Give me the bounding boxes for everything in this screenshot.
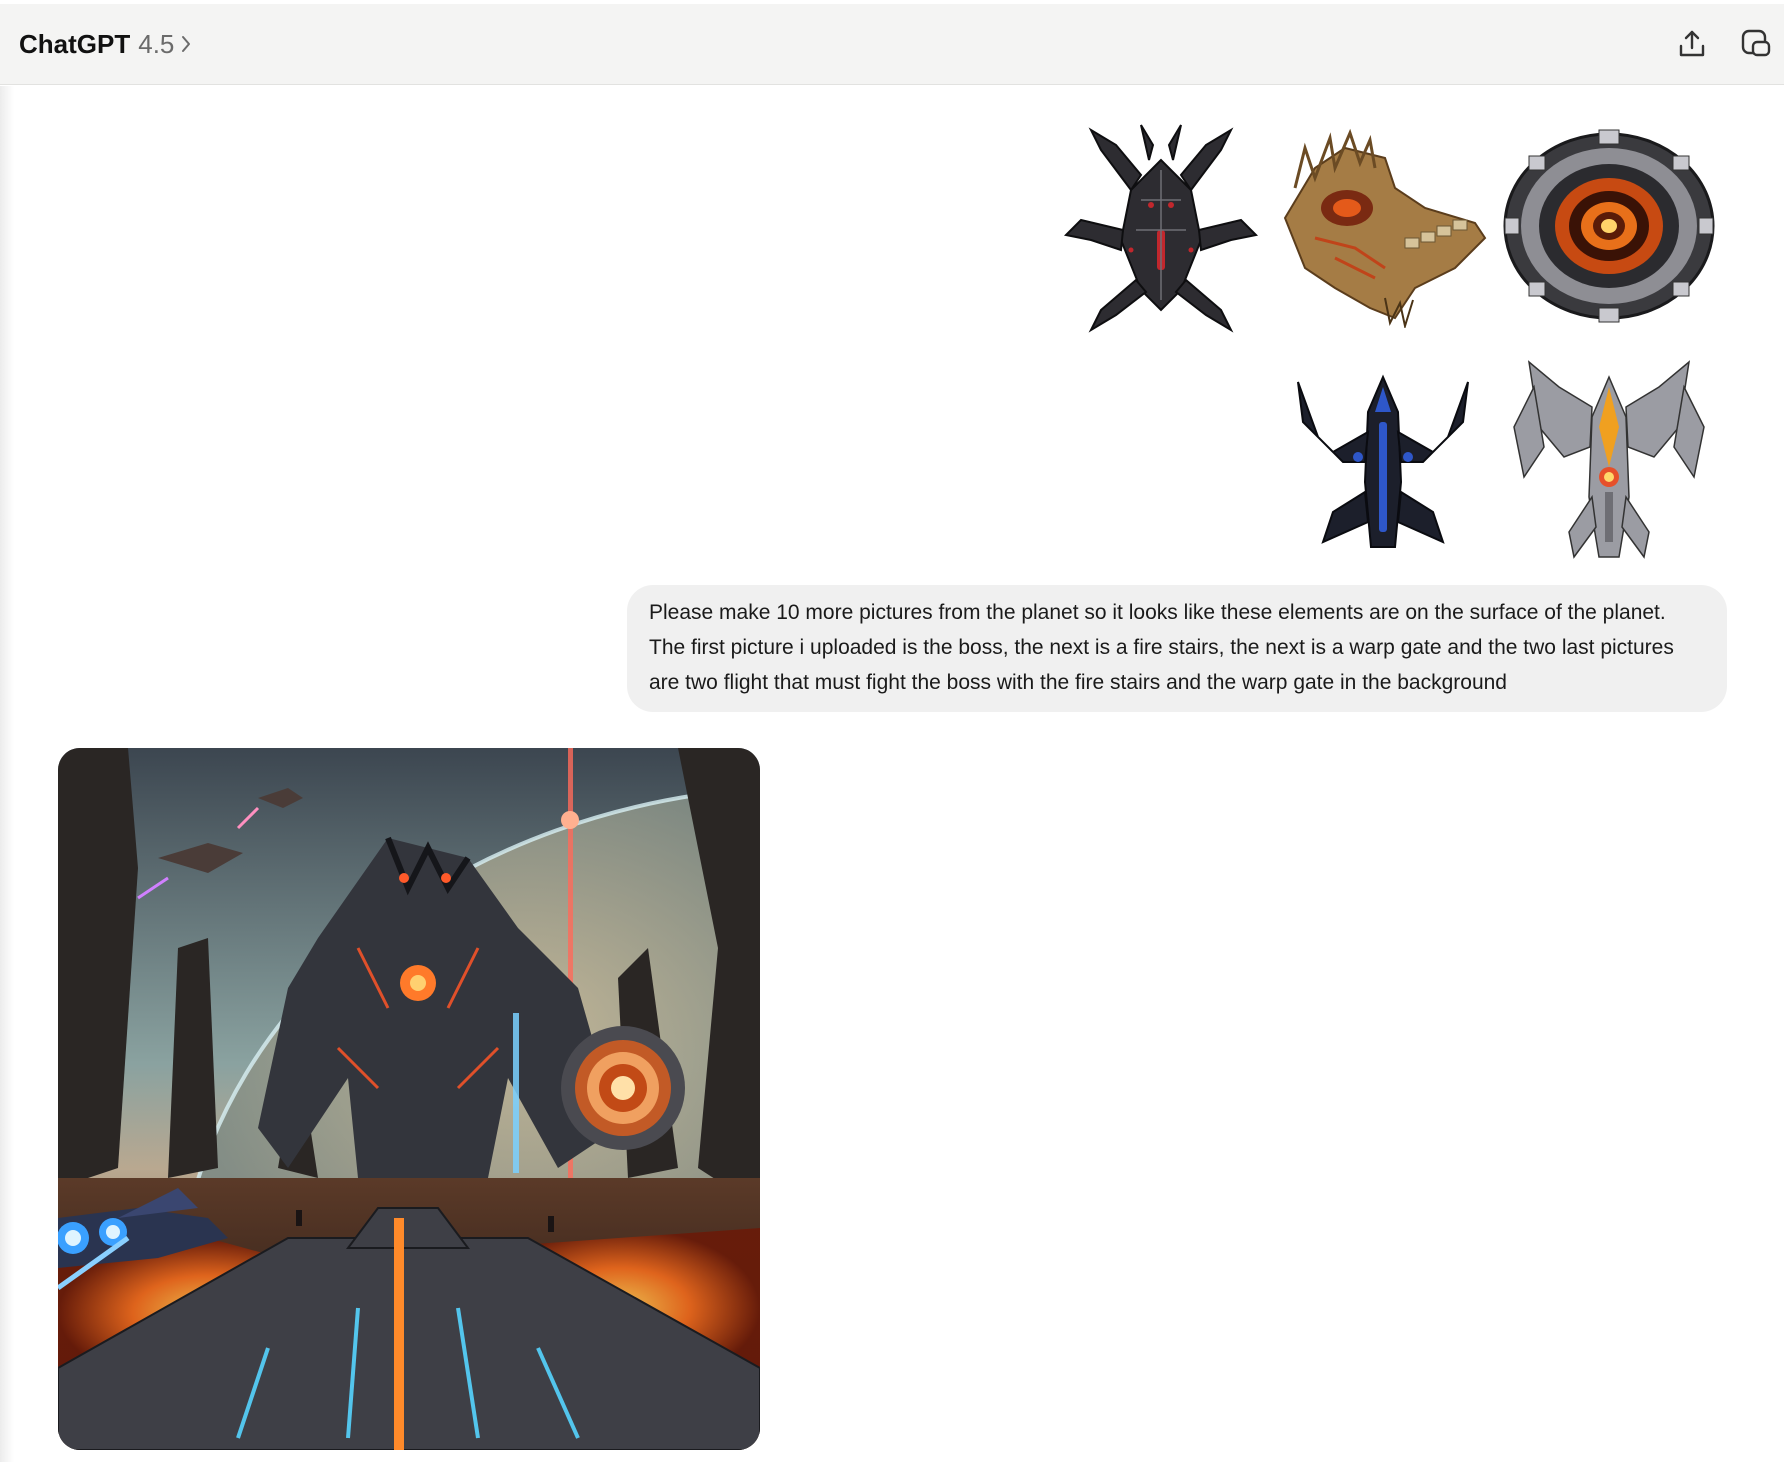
uploaded-image-fire-stairs[interactable] (1275, 120, 1491, 336)
generated-image[interactable] (58, 748, 760, 1450)
uploaded-image-warp-gate[interactable] (1501, 118, 1717, 334)
model-version: 4.5 (138, 28, 175, 59)
chat-window: ChatGPT 4.5 Please make 10 more pictures… (0, 0, 1784, 1462)
user-message: Please make 10 more pictures from the pl… (627, 585, 1727, 712)
top-bar: ChatGPT 4.5 (0, 4, 1784, 85)
model-selector[interactable]: ChatGPT 4.5 (19, 24, 192, 64)
uploaded-image-boss[interactable] (1053, 120, 1269, 336)
uploaded-image-flight-2[interactable] (1501, 354, 1717, 570)
app-name: ChatGPT (19, 28, 131, 59)
share-icon[interactable] (1672, 24, 1712, 64)
chevron-right-icon (180, 34, 192, 54)
new-window-icon[interactable] (1736, 24, 1776, 64)
sidebar-edge (0, 86, 14, 1462)
uploaded-images (1053, 118, 1729, 576)
uploaded-image-flight-1[interactable] (1275, 354, 1491, 570)
